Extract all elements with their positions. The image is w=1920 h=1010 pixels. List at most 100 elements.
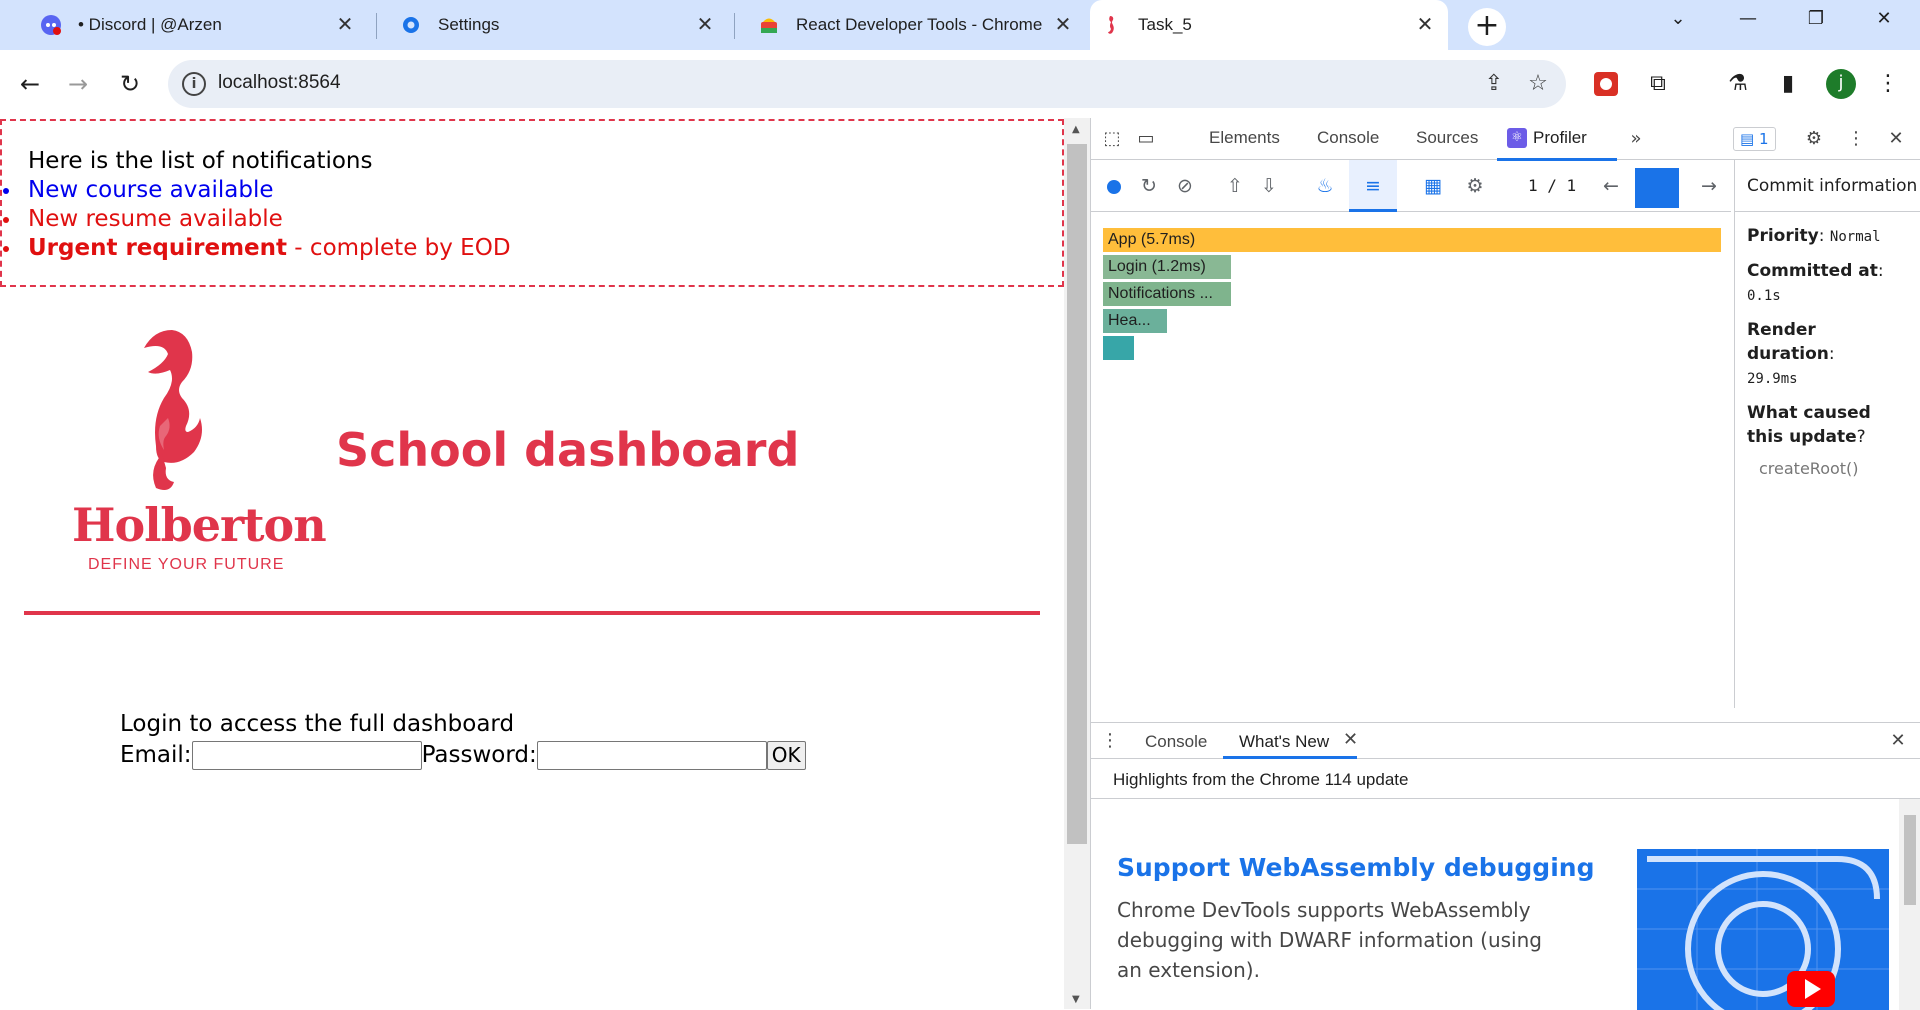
share-icon[interactable]: ⇪ <box>1480 70 1508 98</box>
next-commit-icon[interactable]: → <box>1697 174 1721 198</box>
extension-badge-icon[interactable] <box>1588 66 1624 102</box>
render-duration-row: Render duration: 29.9ms <box>1747 320 1835 387</box>
devtools-close-icon[interactable]: ✕ <box>1883 126 1909 152</box>
save-profile-icon[interactable]: ⇩ <box>1257 174 1281 198</box>
tab-react-devtools[interactable]: React Developer Tools - Chrome ✕ <box>748 0 1086 50</box>
email-field[interactable] <box>191 740 422 770</box>
drawer-menu-icon[interactable]: ⋮ <box>1097 728 1123 754</box>
flame-bar-login[interactable]: Login (1.2ms) <box>1103 255 1231 279</box>
flame-bar-notifications[interactable]: Notifications ... <box>1103 282 1231 306</box>
tab-console[interactable]: Console <box>1317 128 1379 148</box>
tab-discord[interactable]: • Discord | @Arzen ✕ <box>30 0 368 50</box>
tab-title: • Discord | @Arzen <box>78 15 222 34</box>
login-form: Email: Password: OK <box>120 740 806 770</box>
notifications-panel: Here is the list of notifications New co… <box>0 119 1064 287</box>
profiler-settings-icon[interactable]: ⚙ <box>1463 174 1487 198</box>
notification-item[interactable]: New course available <box>3 176 1062 205</box>
menu-kebab-icon[interactable]: ⋮ <box>1870 66 1906 102</box>
issues-badge[interactable]: ▤ 1 <box>1733 127 1776 151</box>
tab-elements[interactable]: Elements <box>1209 128 1280 148</box>
devtools-menu-icon[interactable]: ⋮ <box>1843 126 1869 152</box>
record-icon[interactable] <box>1107 180 1121 194</box>
devtools-panel: ⬚ ▭ Elements Console Sources ⚛ Profiler … <box>1090 118 1920 1010</box>
tab-separator <box>734 13 735 39</box>
drawer-scrollbar[interactable] <box>1899 799 1920 1010</box>
commit-counter: 1 / 1 <box>1528 176 1577 195</box>
cause-value[interactable]: createRoot() <box>1747 459 1909 478</box>
drawer-tab-whats-new[interactable]: What's New <box>1239 732 1329 752</box>
url-text: localhost:8564 <box>218 72 341 93</box>
logo-wordmark: Holberton <box>72 498 327 552</box>
close-icon[interactable]: ✕ <box>1414 14 1436 36</box>
notification-item[interactable]: New resume available <box>3 205 1062 234</box>
device-toolbar-icon[interactable]: ▭ <box>1133 126 1159 152</box>
load-profile-icon[interactable]: ⇧ <box>1223 174 1247 198</box>
close-tab-icon[interactable]: ✕ <box>1343 729 1358 750</box>
tab-search-icon[interactable]: ⌄ <box>1658 8 1698 38</box>
holberton-seahorse-icon <box>1100 14 1122 36</box>
new-tab-button[interactable]: + <box>1468 8 1506 46</box>
notification-item[interactable]: Urgent requirement - complete by EOD <box>3 234 1062 263</box>
email-label: Email: <box>120 742 192 768</box>
password-label: Password: <box>421 742 537 768</box>
page-title: School dashboard <box>336 423 800 477</box>
reload-icon[interactable]: ↻ <box>112 66 148 102</box>
drawer-tab-console[interactable]: Console <box>1145 732 1207 752</box>
scroll-down-icon[interactable]: ▼ <box>1072 994 1080 1005</box>
restore-icon[interactable]: ❐ <box>1796 8 1836 38</box>
close-icon[interactable]: ✕ <box>1052 14 1074 36</box>
chrome-webstore-icon <box>758 14 780 36</box>
tab-title: React Developer Tools - Chrome <box>796 15 1043 34</box>
commit-bar[interactable] <box>1635 168 1679 208</box>
scrollbar-thumb[interactable] <box>1067 144 1087 844</box>
minimize-icon[interactable]: — <box>1728 8 1768 38</box>
priority-row: Priority: Normal <box>1747 226 1881 246</box>
feature-video-thumbnail[interactable] <box>1637 849 1889 1010</box>
more-tabs-icon[interactable]: » <box>1623 126 1649 152</box>
notifications-intro: Here is the list of notifications <box>28 148 373 174</box>
address-bar[interactable]: i localhost:8564 ⇪ ☆ <box>168 60 1566 108</box>
drawer-close-icon[interactable]: ✕ <box>1885 728 1911 754</box>
flamegraph-icon[interactable]: ♨ <box>1313 174 1337 198</box>
tab-sources[interactable]: Sources <box>1416 128 1478 148</box>
previous-commit-icon[interactable]: ← <box>1599 174 1623 198</box>
tab-task5[interactable]: Task_5 ✕ <box>1090 0 1448 50</box>
extensions-puzzle-icon[interactable]: ⧉ <box>1640 66 1676 102</box>
password-field[interactable] <box>536 740 767 770</box>
tab-title: Settings <box>438 15 500 34</box>
back-arrow-icon[interactable]: ← <box>12 66 48 102</box>
flame-bar-header[interactable]: Hea... <box>1103 309 1167 333</box>
commit-information-header: Commit information <box>1734 160 1920 212</box>
flame-bar-app[interactable]: App (5.7ms) <box>1103 228 1721 252</box>
side-panel-icon[interactable]: ▮ <box>1770 66 1806 102</box>
drawer-scrollbar-thumb[interactable] <box>1904 815 1916 905</box>
scroll-up-icon[interactable]: ▲ <box>1072 124 1080 135</box>
clear-icon[interactable]: ⊘ <box>1173 174 1197 198</box>
tab-strip: • Discord | @Arzen ✕ Settings ✕ React De… <box>0 0 1920 50</box>
feature-title[interactable]: Support WebAssembly debugging <box>1117 853 1594 882</box>
close-icon[interactable]: ✕ <box>334 14 356 36</box>
timeline-calendar-icon[interactable]: ▦ <box>1421 174 1445 198</box>
ok-button[interactable]: OK <box>766 740 806 770</box>
commit-details: Priority: Normal Committed at: 0.1s Rend… <box>1734 212 1920 708</box>
settings-gear-icon[interactable]: ⚙ <box>1801 126 1827 152</box>
window-close-icon[interactable]: ✕ <box>1864 8 1904 38</box>
page-scrollbar[interactable]: ▲ ▼ <box>1064 118 1090 1009</box>
discord-icon <box>40 14 62 36</box>
header-divider <box>24 611 1040 615</box>
inspect-element-icon[interactable]: ⬚ <box>1099 126 1125 152</box>
holberton-logo: Holberton DEFINE YOUR FUTURE <box>60 318 327 583</box>
flame-bar-small[interactable] <box>1103 336 1134 360</box>
reload-profile-icon[interactable]: ↻ <box>1137 174 1161 198</box>
bookmark-star-icon[interactable]: ☆ <box>1524 70 1552 98</box>
tab-profiler[interactable]: Profiler <box>1533 128 1587 148</box>
forward-arrow-icon[interactable]: → <box>60 66 96 102</box>
close-icon[interactable]: ✕ <box>694 14 716 36</box>
tab-settings[interactable]: Settings ✕ <box>390 0 728 50</box>
labs-flask-icon[interactable]: ⚗ <box>1720 66 1756 102</box>
feature-description: Chrome DevTools supports WebAssembly deb… <box>1117 898 1542 982</box>
react-icon: ⚛ <box>1507 128 1527 148</box>
site-info-icon[interactable]: i <box>182 72 206 96</box>
avatar[interactable]: j <box>1826 69 1856 99</box>
tab-separator <box>376 13 377 39</box>
